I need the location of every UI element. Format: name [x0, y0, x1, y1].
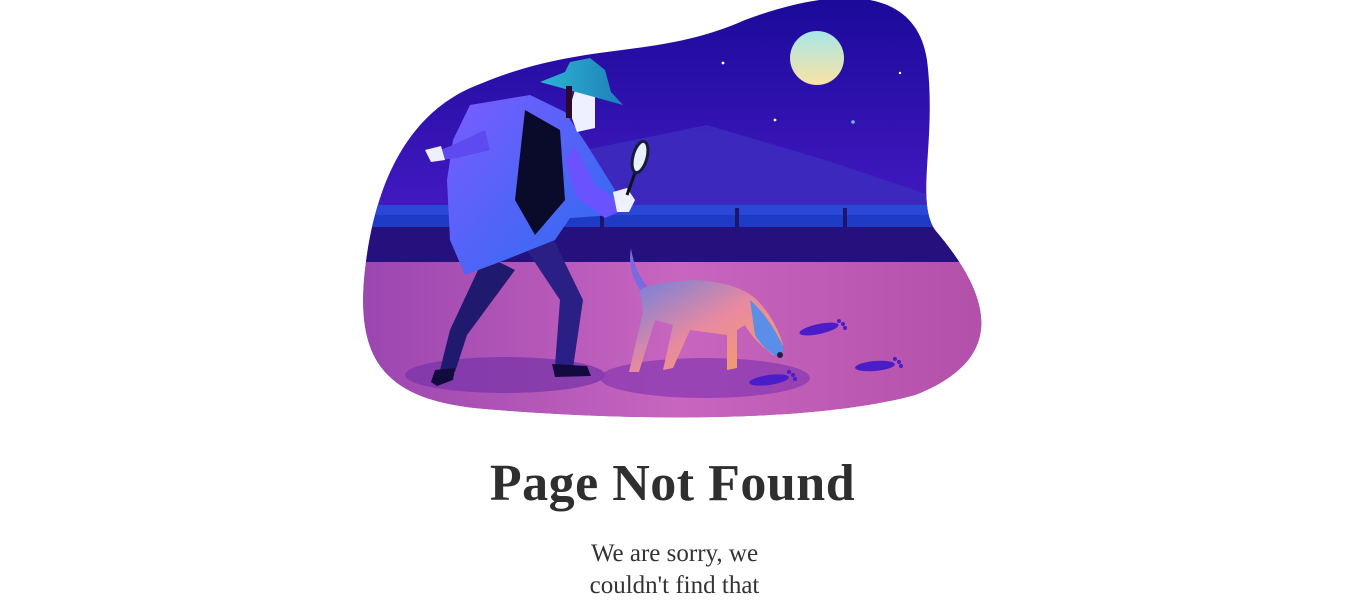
dog-nose	[777, 352, 783, 358]
star	[851, 120, 855, 124]
not-found-page: Page Not Found We are sorry, we couldn't…	[0, 0, 1345, 613]
error-message: We are sorry, we couldn't find that	[589, 540, 760, 599]
star	[721, 61, 725, 65]
moon	[790, 31, 844, 85]
page-title: Page Not Found	[489, 455, 856, 512]
star	[773, 118, 777, 122]
shoe	[552, 364, 591, 377]
detective-illustration	[363, 0, 982, 418]
star	[898, 71, 902, 75]
